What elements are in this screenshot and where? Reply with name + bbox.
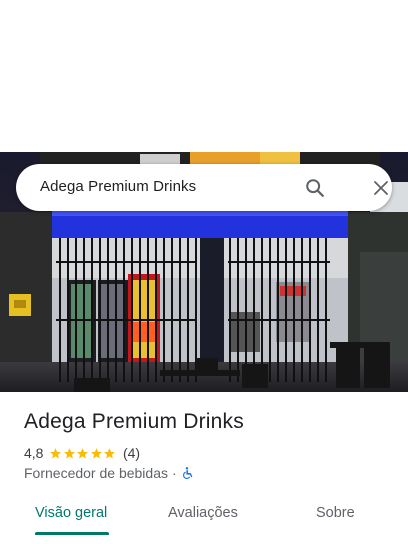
tab-reviews[interactable]: Avaliações bbox=[168, 505, 238, 521]
place-category: Fornecedor de bebidas bbox=[24, 465, 168, 481]
close-icon bbox=[374, 181, 388, 195]
star-rating bbox=[49, 447, 117, 460]
star-icon bbox=[64, 447, 75, 458]
separator-dot: · bbox=[172, 465, 177, 481]
rating-row[interactable]: 4,8 (4) bbox=[24, 445, 140, 461]
close-button[interactable] bbox=[368, 175, 394, 201]
wheelchair-accessible-icon bbox=[182, 467, 193, 479]
star-icon bbox=[104, 447, 116, 458]
star-icon bbox=[50, 447, 62, 458]
search-button[interactable] bbox=[302, 175, 328, 201]
active-tab-indicator bbox=[35, 532, 109, 535]
star-icon bbox=[77, 447, 89, 458]
search-icon bbox=[306, 179, 324, 197]
tab-bar: Visão geral Avaliações Sobre bbox=[0, 492, 408, 544]
search-input[interactable]: Adega Premium Drinks bbox=[40, 178, 196, 195]
place-name: Adega Premium Drinks bbox=[24, 410, 244, 433]
tab-about[interactable]: Sobre bbox=[316, 505, 355, 521]
rating-value: 4,8 bbox=[24, 445, 44, 461]
review-count[interactable]: (4) bbox=[123, 445, 140, 461]
category-row: Fornecedor de bebidas · bbox=[24, 465, 194, 481]
tab-overview[interactable]: Visão geral bbox=[35, 505, 107, 521]
search-bar[interactable]: Adega Premium Drinks bbox=[16, 164, 392, 211]
star-icon bbox=[91, 447, 102, 458]
